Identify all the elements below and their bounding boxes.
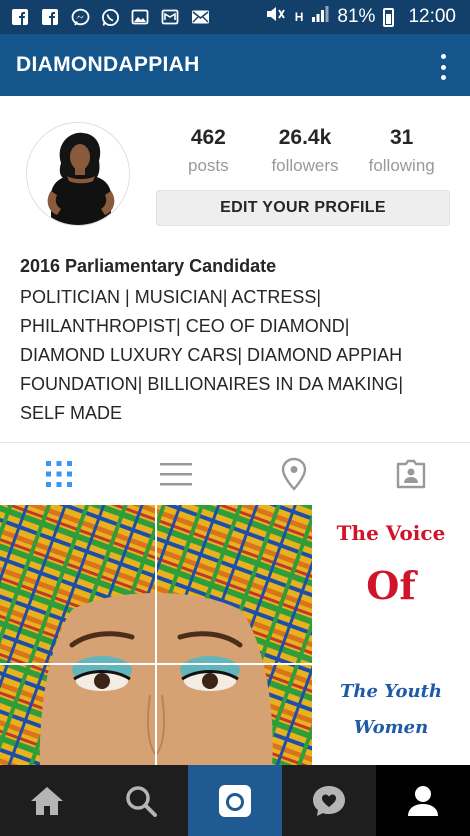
notification-icons bbox=[0, 7, 210, 27]
list-icon bbox=[160, 463, 193, 486]
avatar[interactable] bbox=[26, 122, 130, 226]
post-text-line: Of bbox=[366, 563, 416, 608]
profile-bio: 2016 Parliamentary Candidate POLITICIAN … bbox=[20, 256, 460, 428]
following-count: 31 bbox=[390, 126, 414, 149]
bio-line: PHILANTHROPIST| CEO OF DIAMOND| bbox=[20, 316, 350, 336]
mute-icon bbox=[265, 5, 287, 29]
camera-icon bbox=[219, 784, 251, 817]
grid-icon bbox=[45, 461, 72, 487]
grid-divider bbox=[0, 663, 312, 665]
edit-profile-button[interactable]: EDIT YOUR PROFILE bbox=[156, 190, 450, 226]
followers-label: followers bbox=[271, 156, 339, 175]
profile-username: DIAMONDAPPIAH bbox=[16, 53, 200, 76]
post-text-line: The Youth bbox=[340, 681, 442, 702]
nav-home[interactable] bbox=[0, 765, 94, 836]
signal-icon bbox=[311, 5, 329, 29]
tab-list-view[interactable] bbox=[118, 443, 236, 505]
posts-label: posts bbox=[188, 156, 229, 175]
search-icon bbox=[126, 785, 157, 817]
followers-count: 26.4k bbox=[278, 126, 332, 149]
following-stat[interactable]: 31 following bbox=[353, 126, 450, 176]
following-label: following bbox=[368, 156, 435, 175]
nav-camera[interactable] bbox=[188, 765, 282, 836]
grid-photo-portrait[interactable] bbox=[0, 505, 312, 765]
network-type: H bbox=[294, 10, 304, 24]
bio-line: FOUNDATION| BILLIONAIRES IN DA MAKING| bbox=[20, 374, 404, 394]
app-bar: DIAMONDAPPIAH bbox=[0, 34, 470, 96]
location-pin-icon bbox=[281, 457, 306, 491]
bio-line: DIAMOND LUXURY CARS| DIAMOND APPIAH bbox=[20, 345, 403, 365]
posts-stat[interactable]: 462 posts bbox=[160, 126, 257, 176]
tagged-photos-icon bbox=[397, 459, 426, 489]
photo-grid: The Voice Of The Youth Women bbox=[0, 505, 470, 765]
profile-icon bbox=[408, 785, 438, 816]
whatsapp-icon bbox=[100, 7, 120, 27]
tab-grid-view[interactable] bbox=[0, 443, 118, 505]
gallery-icon bbox=[130, 7, 150, 27]
nav-search[interactable] bbox=[94, 765, 188, 836]
view-tabs bbox=[0, 443, 470, 505]
profile-stats: 462 posts 26.4k followers 31 following bbox=[160, 126, 450, 176]
posts-count: 462 bbox=[190, 126, 226, 149]
system-status: H 81% 12:00 bbox=[265, 5, 470, 29]
bio-line: SELF MADE bbox=[20, 403, 123, 423]
followers-stat[interactable]: 26.4k followers bbox=[257, 126, 354, 176]
status-bar: H 81% 12:00 bbox=[0, 0, 470, 34]
bio-line: POLITICIAN | MUSICIAN| ACTRESS| bbox=[20, 287, 322, 307]
nav-activity[interactable] bbox=[282, 765, 376, 836]
home-icon bbox=[31, 786, 63, 815]
bio-name: 2016 Parliamentary Candidate bbox=[20, 256, 277, 276]
post-text-line: The Voice bbox=[336, 521, 446, 545]
email-icon bbox=[190, 7, 210, 27]
clock: 12:00 bbox=[408, 6, 456, 27]
messenger-icon bbox=[70, 7, 90, 27]
gallery-icon bbox=[160, 7, 180, 27]
grid-photo-text-post[interactable]: The Voice Of The Youth Women bbox=[312, 505, 470, 765]
activity-heart-icon bbox=[313, 785, 345, 816]
tab-photo-map[interactable] bbox=[235, 443, 353, 505]
overflow-menu-icon[interactable] bbox=[438, 54, 448, 80]
battery-percent: 81% bbox=[337, 6, 376, 27]
facebook-icon bbox=[40, 7, 60, 27]
bottom-navigation bbox=[0, 765, 470, 836]
post-text-line: Women bbox=[353, 717, 429, 738]
battery-icon bbox=[383, 7, 395, 27]
tab-tagged-photos[interactable] bbox=[353, 443, 470, 505]
grid-divider bbox=[155, 505, 157, 765]
nav-profile[interactable] bbox=[376, 765, 470, 836]
facebook-icon bbox=[10, 7, 30, 27]
